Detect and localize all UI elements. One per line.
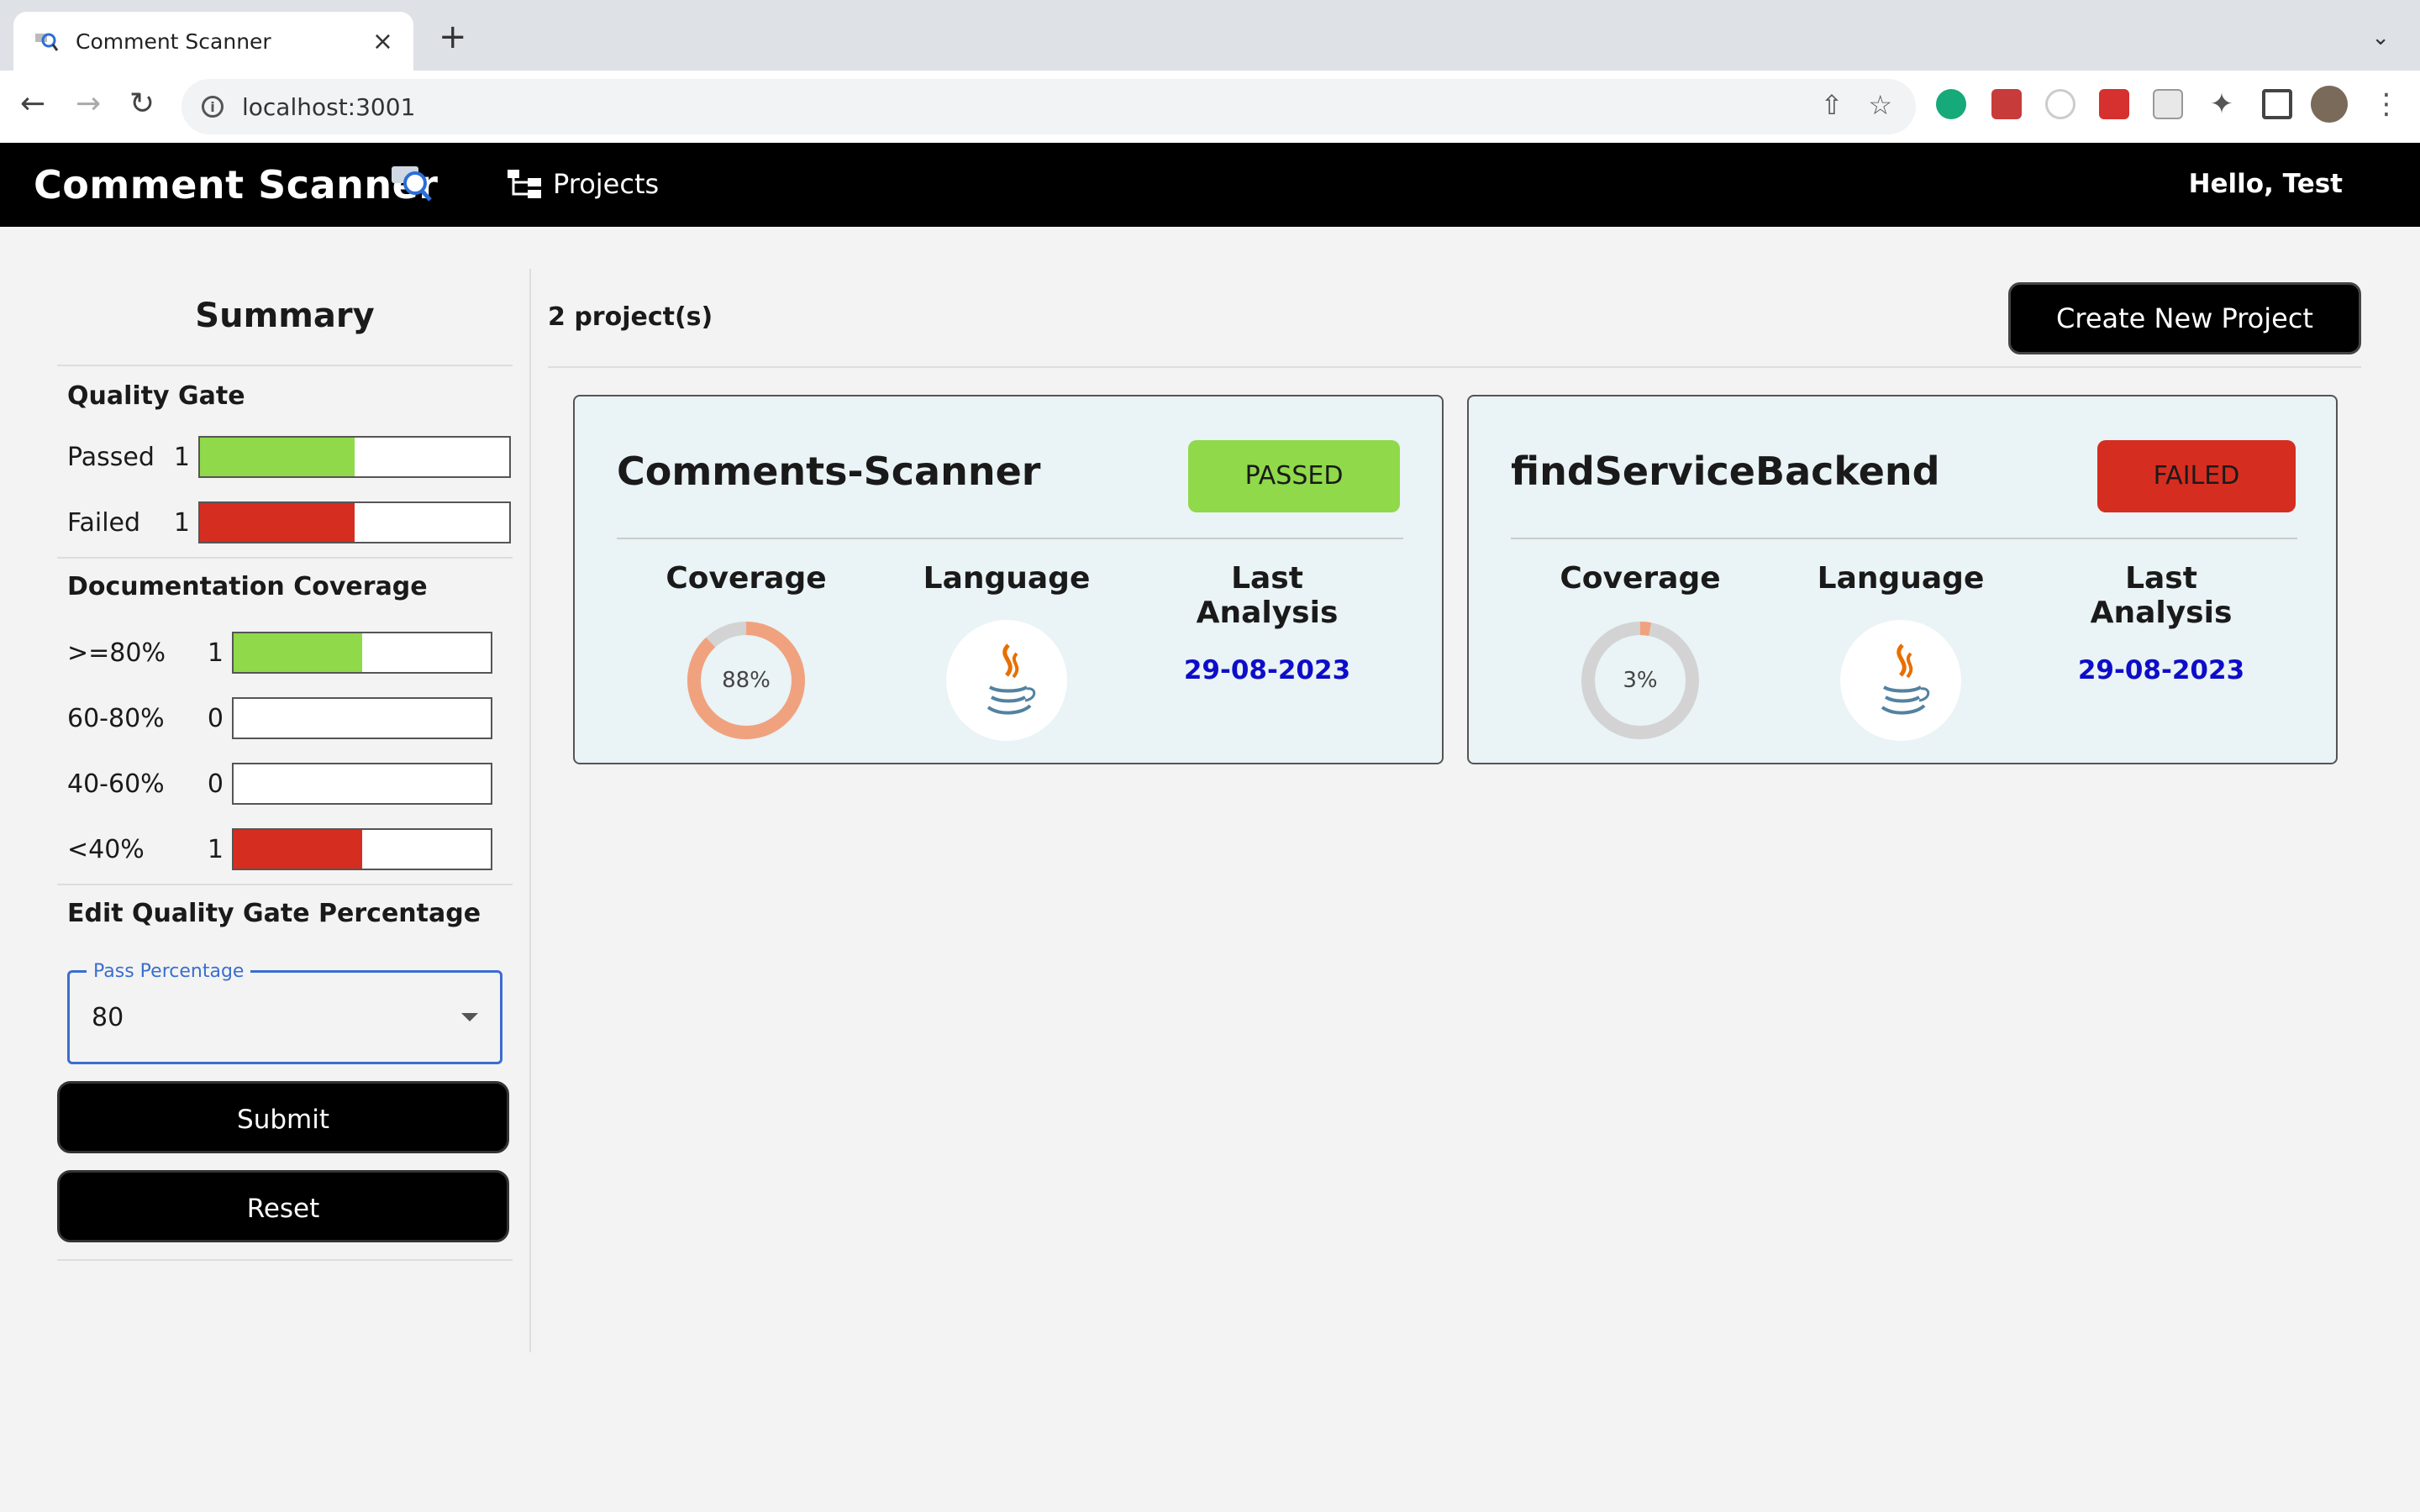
doc-coverage-count: 1 [207, 638, 224, 668]
card-divider [1511, 538, 2297, 539]
edit-gate-title: Edit Quality Gate Percentage [67, 899, 481, 928]
doc-coverage-row: 40-60% 0 [57, 751, 513, 816]
close-icon[interactable]: × [372, 27, 393, 56]
last-analysis-heading: Last Analysis [1196, 561, 1339, 630]
user-greeting[interactable]: Hello, Test [2189, 163, 2343, 205]
coverage-value: 3% [1623, 668, 1658, 693]
project-name[interactable]: findServiceBackend [1511, 449, 1940, 494]
chevron-down-icon[interactable]: ⌄ [2371, 25, 2390, 50]
doc-coverage-count: 0 [207, 703, 224, 733]
magnifier-favicon-icon [34, 29, 59, 54]
project-name[interactable]: Comments-Scanner [617, 449, 1040, 494]
language-heading: Language [923, 561, 1091, 596]
doc-coverage-row: 60-80% 0 [57, 685, 513, 751]
pass-percentage-label: Pass Percentage [87, 961, 251, 982]
project-card[interactable]: Comments-Scanner PASSED Coverage Language La… [573, 395, 1444, 764]
doc-coverage-count: 1 [207, 834, 224, 864]
last-analysis-date: 29-08-2023 [1183, 655, 1351, 685]
doc-coverage-bar-fill [234, 830, 362, 869]
sidebar-divider [529, 269, 531, 1352]
java-icon [946, 620, 1067, 741]
quality-gate-bar [198, 501, 511, 543]
doc-coverage-row: >=80% 1 [57, 620, 513, 685]
kebab-menu-icon[interactable]: ⋮ [2371, 89, 2402, 119]
submit-button[interactable]: Submit [57, 1081, 509, 1153]
doc-coverage-label: 40-60% [67, 769, 165, 799]
app-header: Comment Scanner Projects Hello, Test [0, 143, 2420, 227]
grammarly-extension-icon[interactable] [1936, 89, 1966, 119]
caret-down-icon [461, 1013, 478, 1021]
language-heading: Language [1817, 561, 1985, 596]
quality-gate-bar-fill [200, 438, 355, 476]
coverage-value: 88% [722, 668, 771, 693]
forward-arrow-icon[interactable]: → [76, 89, 101, 119]
reload-icon[interactable]: ↻ [129, 89, 155, 119]
project-card[interactable]: findServiceBackend FAILED Coverage Language… [1467, 395, 2338, 764]
nav-projects-link[interactable]: Projects [508, 163, 659, 205]
create-new-project-button[interactable]: Create New Project [2008, 282, 2361, 354]
quality-gate-bar [198, 436, 511, 478]
reset-button[interactable]: Reset [57, 1170, 509, 1242]
last-analysis-date: 29-08-2023 [2077, 655, 2245, 685]
nav-projects-label: Projects [553, 168, 660, 200]
extensions-puzzle-icon[interactable]: ✦ [2207, 89, 2237, 119]
doc-coverage-row: <40% 1 [57, 816, 513, 882]
quality-gate-label: Passed [67, 442, 155, 472]
coverage-donut: 3% [1580, 620, 1701, 741]
summary-title: Summary [57, 265, 513, 366]
doc-coverage-label: >=80% [67, 638, 166, 668]
doc-coverage-label: 60-80% [67, 703, 165, 733]
tab-title: Comment Scanner [76, 29, 271, 54]
app-title: Comment Scanner [34, 162, 439, 207]
quality-gate-row: Failed 1 [57, 490, 513, 555]
address-bar[interactable]: i localhost:3001 ⇧ ☆ [182, 79, 1916, 134]
back-arrow-icon[interactable]: ← [20, 89, 45, 119]
extension-red-icon[interactable] [1991, 89, 2022, 119]
scanner-logo-icon [392, 166, 432, 202]
summary-sidebar: Summary Quality Gate Passed 1 Failed 1 Docu… [57, 269, 513, 1261]
pass-percentage-select[interactable]: Pass Percentage 80 [67, 961, 502, 1064]
doc-coverage-bar [232, 763, 492, 805]
status-badge: PASSED [1188, 440, 1400, 512]
doc-coverage-title: Documentation Coverage [67, 572, 428, 601]
pass-percentage-value: 80 [92, 1003, 124, 1032]
quality-gate-bar-fill [200, 503, 355, 542]
project-count: 2 project(s) [548, 302, 713, 332]
coverage-donut: 88% [686, 620, 807, 741]
quality-gate-count: 1 [173, 507, 190, 538]
doc-coverage-bar [232, 697, 492, 739]
doc-coverage-count: 0 [207, 769, 224, 799]
quality-gate-row: Passed 1 [57, 424, 513, 490]
doc-coverage-bar-fill [234, 633, 362, 672]
url-text: localhost:3001 [242, 92, 416, 121]
quality-gate-label: Failed [67, 507, 141, 538]
main-divider [548, 366, 2361, 368]
browser-tab[interactable]: Comment Scanner × [13, 12, 413, 71]
extension-doc-icon[interactable] [2153, 89, 2183, 119]
side-panel-icon[interactable] [2262, 89, 2292, 119]
doc-coverage-bar [232, 828, 492, 870]
extension-m-icon[interactable] [2099, 89, 2129, 119]
java-icon [1840, 620, 1961, 741]
quality-gate-title: Quality Gate [67, 381, 245, 411]
last-analysis-heading: Last Analysis [2090, 561, 2233, 630]
new-tab-icon[interactable]: + [439, 20, 467, 54]
site-info-icon[interactable]: i [202, 96, 224, 118]
coverage-heading: Coverage [1560, 561, 1721, 596]
doc-coverage-label: <40% [67, 834, 145, 864]
hierarchy-icon [508, 170, 541, 198]
coverage-heading: Coverage [666, 561, 827, 596]
bookmark-star-icon[interactable]: ☆ [1868, 89, 1892, 121]
card-divider [617, 538, 1403, 539]
status-badge: FAILED [2097, 440, 2296, 512]
profile-avatar[interactable] [2311, 86, 2348, 123]
share-icon[interactable]: ⇧ [1821, 89, 1844, 121]
doc-coverage-bar [232, 632, 492, 674]
quality-gate-count: 1 [173, 442, 190, 472]
browser-tabstrip: Comment Scanner × + ⌄ [0, 0, 2420, 71]
extension-target-icon[interactable] [2045, 89, 2075, 119]
